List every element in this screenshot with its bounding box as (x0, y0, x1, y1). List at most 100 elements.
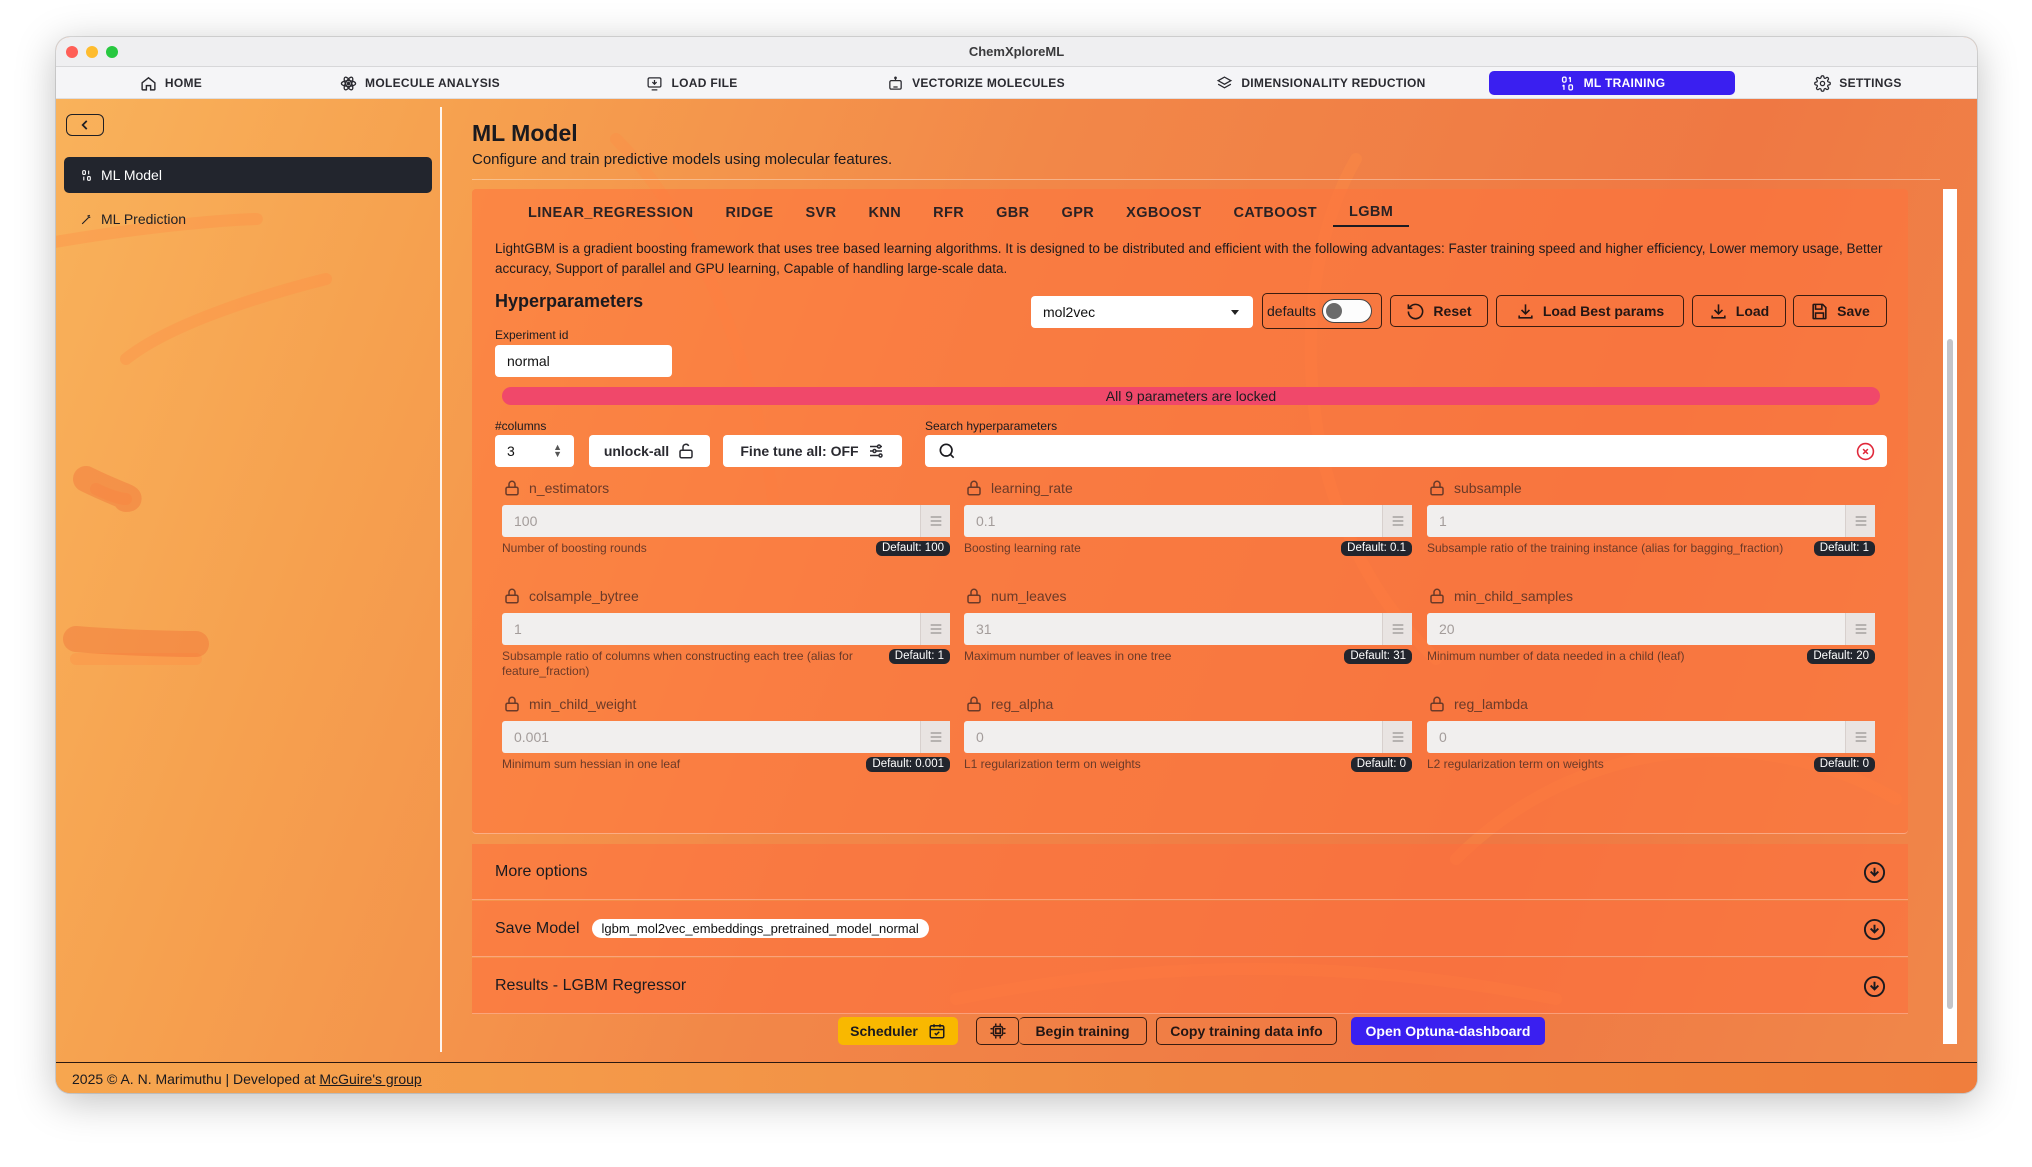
experiment-id-input[interactable]: normal (495, 345, 672, 377)
nav-vectorize-molecules[interactable]: VECTORIZE MOLECULES (881, 71, 1071, 95)
reset-label: Reset (1433, 303, 1472, 319)
nav-settings-label: SETTINGS (1839, 76, 1902, 90)
scrollbar[interactable] (1943, 189, 1957, 1044)
save-label: Save (1837, 303, 1870, 319)
tab-catboost[interactable]: CATBOOST (1217, 199, 1332, 227)
back-button[interactable] (66, 114, 104, 136)
more-options-accordion[interactable]: More options (472, 844, 1908, 900)
tab-linear-regression[interactable]: LINEAR_REGRESSION (512, 199, 710, 227)
param-name: colsample_bytree (529, 588, 639, 604)
param-help: L1 regularization term on weights (964, 757, 1141, 771)
begin-training-button[interactable]: Begin training (1019, 1017, 1147, 1045)
fine-tune-all-button[interactable]: Fine tune all: OFF (723, 435, 902, 467)
embedding-select[interactable]: mol2vec (1031, 296, 1253, 328)
lock-icon[interactable] (1428, 479, 1446, 497)
clear-icon[interactable] (1856, 442, 1875, 461)
param-input[interactable]: 1 (1427, 505, 1875, 537)
nav-molecule-analysis[interactable]: MOLECULE ANALYSIS (335, 71, 505, 95)
footer: 2025 © A. N. Marimuthu | Developed at Mc… (56, 1062, 1977, 1093)
fine-tune-button[interactable] (920, 613, 950, 645)
scheduler-button[interactable]: Scheduler (838, 1017, 958, 1045)
fine-tune-button[interactable] (920, 505, 950, 537)
lock-icon[interactable] (965, 479, 983, 497)
param-input[interactable]: 31 (964, 613, 1412, 645)
nav-settings[interactable]: SETTINGS (1808, 71, 1908, 95)
model-config-panel: LINEAR_REGRESSION RIDGE SVR KNN RFR GBR … (472, 189, 1908, 834)
param-value: 0.001 (514, 729, 550, 745)
sliders-icon (1392, 732, 1403, 742)
param-reg-alpha: reg_alpha 0 L1 regularization term on we… (964, 693, 1412, 772)
experiment-id-label: Experiment id (495, 328, 569, 342)
chevron-down-icon (1863, 975, 1886, 998)
footer-text: 2025 © A. N. Marimuthu | Developed at (72, 1071, 320, 1087)
tab-gpr[interactable]: GPR (1046, 199, 1111, 227)
lock-icon[interactable] (965, 695, 983, 713)
fine-tune-button[interactable] (1845, 505, 1875, 537)
param-input[interactable]: 0.1 (964, 505, 1412, 537)
tab-svr[interactable]: SVR (789, 199, 852, 227)
app-window: ChemXploreML HOME MOLECULE ANALYSIS LOAD… (56, 37, 1977, 1093)
sidebar-item-ml-prediction[interactable]: ML Prediction (64, 201, 432, 237)
param-input[interactable]: 0.001 (502, 721, 950, 753)
param-input[interactable]: 1 (502, 613, 950, 645)
open-optuna-dashboard-button[interactable]: Open Optuna-dashboard (1351, 1017, 1545, 1045)
param-input[interactable]: 0 (964, 721, 1412, 753)
param-input[interactable]: 100 (502, 505, 950, 537)
hyperparameters-title: Hyperparameters (495, 291, 644, 311)
lock-icon[interactable] (503, 587, 521, 605)
scrollbar-thumb[interactable] (1947, 339, 1953, 1009)
unlock-all-button[interactable]: unlock-all (589, 435, 710, 467)
fine-tune-button[interactable] (920, 721, 950, 753)
nav-load-file[interactable]: LOAD FILE (642, 71, 742, 95)
param-input[interactable]: 0 (1427, 721, 1875, 753)
load-file-icon (647, 76, 662, 91)
tab-rfr[interactable]: RFR (917, 199, 980, 227)
results-accordion[interactable]: Results - LGBM Regressor (472, 958, 1908, 1014)
param-input[interactable]: 20 (1427, 613, 1875, 645)
tab-gbr[interactable]: GBR (980, 199, 1045, 227)
lock-icon[interactable] (1428, 587, 1446, 605)
param-name: n_estimators (529, 480, 610, 496)
lock-icon[interactable] (1428, 695, 1446, 713)
lock-icon[interactable] (965, 587, 983, 605)
param-name: learning_rate (991, 480, 1073, 496)
cpu-button[interactable] (976, 1017, 1019, 1045)
nav-ml-training[interactable]: ML TRAINING (1489, 71, 1735, 95)
save-model-accordion[interactable]: Save Model lgbm_mol2vec_embeddings_pretr… (472, 901, 1908, 957)
sidebar-item-ml-model[interactable]: ML Model (64, 157, 432, 193)
content-area: ML Model ML Prediction ML Model Configur… (56, 99, 1977, 1062)
tab-lgbm[interactable]: LGBM (1332, 199, 1410, 227)
defaults-toggle[interactable] (1322, 299, 1373, 323)
sliders-icon (1855, 624, 1866, 634)
load-button[interactable]: Load (1692, 295, 1786, 327)
fine-tune-button[interactable] (1382, 505, 1412, 537)
save-button[interactable]: Save (1793, 295, 1887, 327)
unlock-icon (679, 443, 693, 459)
fine-tune-button[interactable] (1382, 721, 1412, 753)
param-default-badge: Default: 0.1 (1341, 541, 1412, 556)
tab-ridge[interactable]: RIDGE (710, 199, 790, 227)
search-input[interactable] (925, 435, 1887, 467)
tab-xgboost[interactable]: XGBOOST (1110, 199, 1217, 227)
lock-icon[interactable] (503, 479, 521, 497)
tab-knn[interactable]: KNN (852, 199, 917, 227)
lock-icon[interactable] (503, 695, 521, 713)
fine-tune-button[interactable] (1382, 613, 1412, 645)
copy-training-data-info-button[interactable]: Copy training data info (1156, 1017, 1337, 1045)
fine-tune-button[interactable] (1845, 613, 1875, 645)
nav-home[interactable]: HOME (126, 71, 216, 95)
stepper-arrows-icon[interactable]: ▲ ▼ (553, 443, 562, 459)
sidebar: ML Model ML Prediction (56, 99, 440, 1062)
fine-tune-button[interactable] (1845, 721, 1875, 753)
param-help: Subsample ratio of the training instance… (1427, 541, 1784, 555)
sliders-icon (1855, 732, 1866, 742)
footer-link[interactable]: McGuire's group (319, 1071, 421, 1087)
load-best-params-button[interactable]: Load Best params (1496, 295, 1684, 327)
defaults-toggle-group: defaults (1262, 293, 1382, 329)
param-colsample-bytree: colsample_bytree 1 Subsample ratio of co… (502, 585, 950, 679)
nav-dimensionality-reduction[interactable]: DIMENSIONALITY REDUCTION (1201, 71, 1441, 95)
param-value: 0 (976, 729, 984, 745)
columns-stepper[interactable]: 3 ▲ ▼ (495, 435, 574, 467)
embedding-select-value: mol2vec (1043, 304, 1096, 320)
reset-button[interactable]: Reset (1390, 295, 1488, 327)
